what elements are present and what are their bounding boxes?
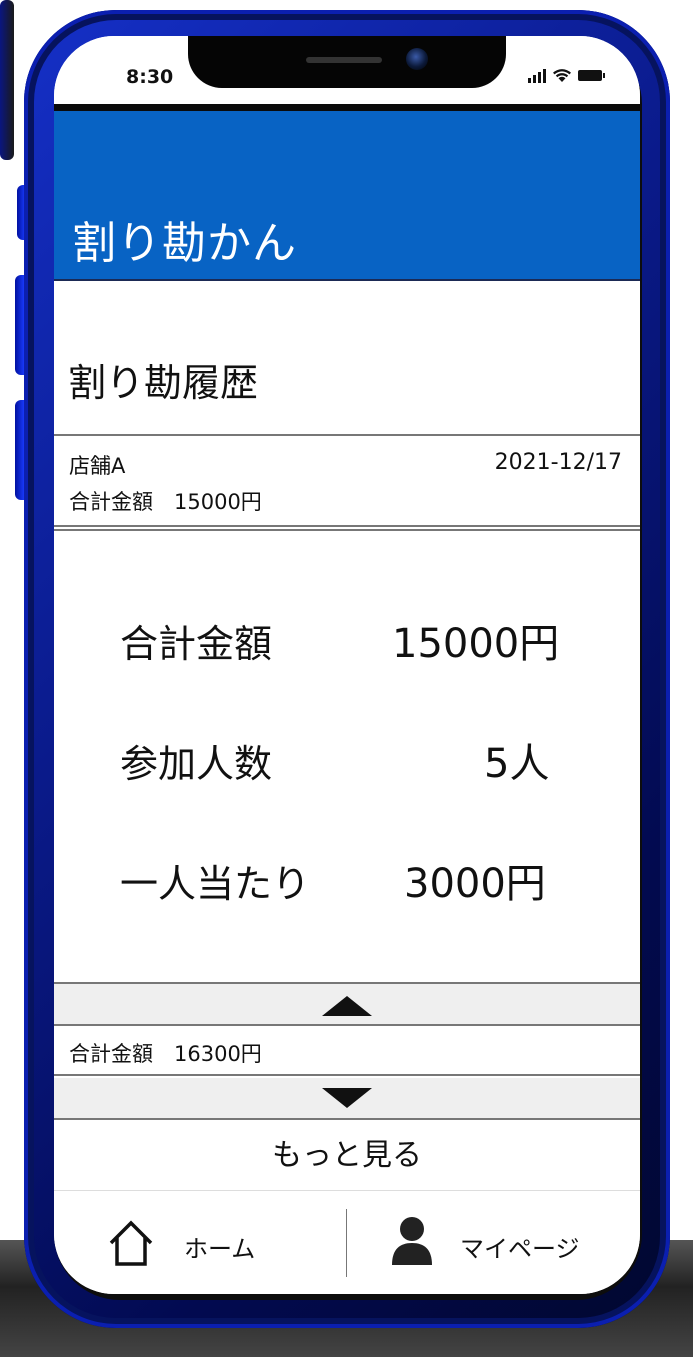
battery-icon [578,70,605,81]
per-person-label: 一人当たり [120,862,311,906]
collapse-bar[interactable] [54,984,640,1026]
status-bar: 8:30 [54,36,640,104]
home-icon [109,1220,153,1266]
history-item[interactable]: 合計金額 16300円 [54,1028,640,1076]
history-total: 合計金額 15000円 [69,490,262,514]
notch [188,36,506,88]
status-icons [528,68,605,83]
top-divider [54,104,640,111]
person-icon [392,1217,432,1265]
detail-panel: 合計金額 15000円 参加人数 5人 一人当たり 3000円 [54,529,640,984]
bottom-nav: ホーム マイページ [54,1190,640,1294]
phone-screen: 8:30 割り勘かん 割り勘履歴 店舗A 2021-12/17 合計金額 150… [54,36,640,1294]
nav-mypage[interactable]: マイページ [348,1191,640,1294]
participants-label: 参加人数 [120,742,273,786]
status-time: 8:30 [126,66,174,88]
show-more-button[interactable]: もっと見る [54,1122,640,1190]
nav-divider [346,1209,347,1277]
total-amount-label: 合計金額 [120,622,273,666]
power-button [0,0,14,160]
speaker-grille [306,57,382,63]
app-title: 割り勘かん [72,218,297,269]
app-header: 割り勘かん [54,111,640,281]
history-total: 合計金額 16300円 [69,1042,262,1066]
per-person-value: 3000円 [404,861,546,907]
history-item[interactable]: 店舗A 2021-12/17 合計金額 15000円 [54,434,640,527]
nav-home[interactable]: ホーム [54,1191,346,1294]
total-amount-value: 15000円 [392,621,560,667]
collapse-arrow-icon [322,996,372,1016]
signal-icon [528,68,546,83]
device-stage: 8:30 割り勘かん 割り勘履歴 店舗A 2021-12/17 合計金額 150… [0,0,693,1357]
nav-mypage-label: マイページ [460,1235,580,1263]
expand-bar[interactable] [54,1078,640,1120]
history-date: 2021-12/17 [494,450,622,475]
nav-home-label: ホーム [184,1235,256,1263]
camera-icon [406,48,428,70]
page-title: 割り勘履歴 [68,361,259,405]
wifi-icon [553,69,571,82]
store-name: 店舗A [69,454,126,478]
participants-value: 5人 [484,741,550,787]
expand-arrow-icon [322,1088,372,1108]
